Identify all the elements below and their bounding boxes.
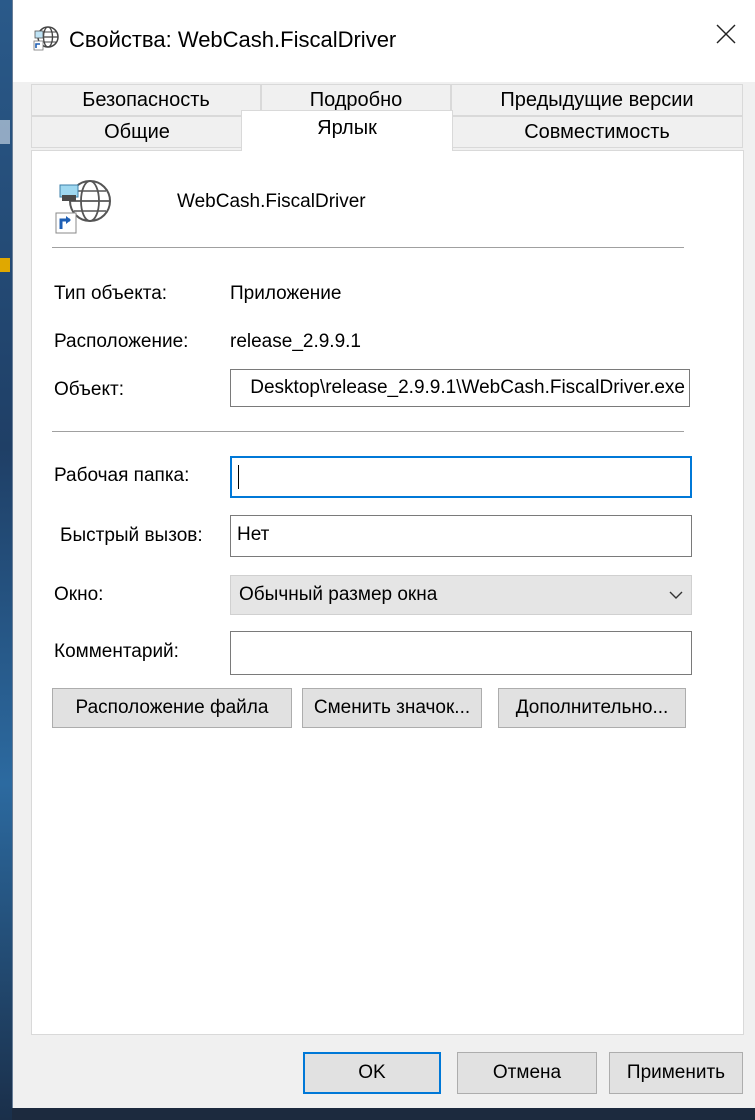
comment-label: Комментарий: [54, 641, 179, 662]
separator [52, 247, 684, 248]
shortcut-name: WebCash.FiscalDriver [177, 191, 366, 212]
button-label: Применить [626, 1062, 726, 1083]
button-label: Сменить значок... [313, 697, 471, 718]
window-mode-select[interactable]: Обычный размер окна [230, 575, 692, 615]
object-type-label: Тип объекта: [54, 283, 168, 304]
tab-strip: Безопасность Подробно Предыдущие версии … [13, 82, 755, 151]
globe-shortcut-icon [33, 26, 59, 51]
window-mode-label: Окно: [54, 584, 104, 605]
change-icon-button[interactable]: Сменить значок... [302, 688, 482, 728]
button-label: Отмена [492, 1062, 562, 1083]
chevron-down-icon [669, 591, 683, 599]
workdir-field[interactable] [230, 456, 692, 498]
properties-dialog: Свойства: WebCash.FiscalDriver Безопасно… [12, 0, 755, 1108]
tab-previous-versions[interactable]: Предыдущие версии [451, 84, 743, 116]
cancel-button[interactable]: Отмена [457, 1052, 597, 1094]
apply-button[interactable]: Применить [609, 1052, 743, 1094]
tab-security[interactable]: Безопасность [31, 84, 261, 116]
title-bar: Свойства: WebCash.FiscalDriver [13, 0, 755, 82]
location-label: Расположение: [54, 331, 189, 352]
close-button[interactable] [706, 14, 746, 54]
tab-label: Ярлык [317, 117, 377, 139]
window-mode-value: Обычный размер окна [239, 584, 438, 605]
tab-label: Общие [104, 120, 170, 143]
desktop-background [0, 0, 12, 1120]
text-caret [238, 465, 239, 489]
comment-field[interactable] [230, 631, 692, 675]
desktop-taskbar-fragment [0, 258, 10, 272]
hotkey-label: Быстрый вызов: [60, 525, 203, 546]
hotkey-value: Нет [237, 524, 270, 545]
globe-shortcut-icon [55, 180, 111, 234]
button-label: Расположение файла [75, 697, 269, 718]
target-value: Desktop\release_2.9.9.1\WebCash.FiscalDr… [250, 377, 685, 398]
separator [52, 431, 684, 432]
button-label: OK [358, 1062, 386, 1083]
tab-label: Совместимость [524, 120, 670, 143]
target-field[interactable]: Desktop\release_2.9.9.1\WebCash.FiscalDr… [230, 369, 690, 407]
location-value: release_2.9.9.1 [230, 331, 361, 352]
button-label: Дополнительно... [515, 697, 669, 718]
hotkey-field[interactable]: Нет [230, 515, 692, 557]
ok-button[interactable]: OK [303, 1052, 441, 1094]
open-file-location-button[interactable]: Расположение файла [52, 688, 292, 728]
target-label: Объект: [54, 379, 124, 400]
object-type-value: Приложение [230, 283, 342, 304]
tab-shortcut[interactable]: Ярлык [241, 110, 453, 151]
desktop-icon-fragment [0, 120, 10, 144]
tab-label: Предыдущие версии [500, 88, 694, 111]
tab-label: Подробно [309, 88, 403, 111]
tab-general[interactable]: Общие [31, 116, 243, 148]
tab-compatibility[interactable]: Совместимость [451, 116, 743, 148]
tab-label: Безопасность [82, 88, 210, 111]
workdir-label: Рабочая папка: [54, 465, 190, 486]
window-title: Свойства: WebCash.FiscalDriver [69, 27, 397, 52]
close-icon [716, 24, 736, 44]
shortcut-tab-panel: WebCash.FiscalDriver Тип объекта: Прилож… [31, 150, 744, 1035]
advanced-button[interactable]: Дополнительно... [498, 688, 686, 728]
